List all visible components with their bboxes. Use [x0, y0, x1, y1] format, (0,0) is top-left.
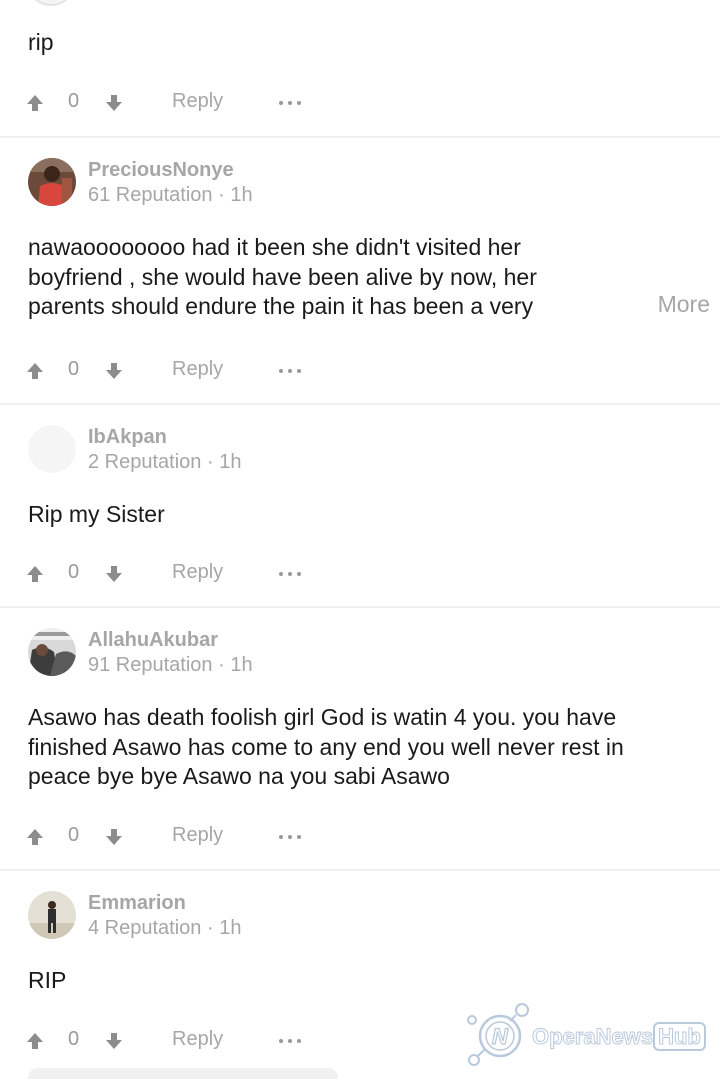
username[interactable]: IbAkpan [88, 426, 167, 449]
reputation-time: 91 Reputation · 1h [88, 654, 253, 676]
arrow-down-icon[interactable] [105, 362, 123, 380]
operanews-hub-watermark: N OperaNews Hub [464, 998, 710, 1070]
arrow-down-icon[interactable] [105, 565, 123, 583]
reputation-time: 2 Reputation · 1h [88, 451, 242, 473]
avatar[interactable] [28, 425, 76, 473]
svg-text:N: N [492, 1024, 509, 1049]
reply-button[interactable]: Reply [172, 824, 223, 847]
avatar[interactable] [28, 891, 76, 939]
ellipsis-icon[interactable] [278, 571, 302, 577]
arrow-up-icon[interactable] [26, 94, 44, 112]
comment-input-bar[interactable] [28, 1068, 338, 1079]
comment-text: rip [28, 29, 54, 55]
reputation-time: 4 Reputation · 1h [88, 917, 242, 939]
username[interactable]: PreciousNonye [88, 159, 234, 182]
arrow-up-icon[interactable] [26, 828, 44, 846]
username[interactable]: Emmarion [88, 892, 186, 915]
comment-item: AllahuAkubar 91 Reputation · 1h Asawo ha… [0, 608, 720, 871]
reply-button[interactable]: Reply [172, 358, 223, 381]
more-link[interactable]: More [658, 291, 710, 318]
avatar[interactable] [28, 158, 76, 206]
arrow-down-icon[interactable] [105, 828, 123, 846]
comment-actions: 0 Reply [0, 559, 720, 589]
comment-item: rip 0 Reply [0, 0, 720, 138]
comment-actions: 0 Reply [0, 822, 720, 852]
ellipsis-icon[interactable] [278, 1038, 302, 1044]
ellipsis-icon[interactable] [278, 368, 302, 374]
vote-count: 0 [68, 824, 80, 846]
vote-count: 0 [68, 1028, 80, 1050]
comment-item: IbAkpan 2 Reputation · 1h Rip my Sister … [0, 405, 720, 608]
arrow-down-icon[interactable] [105, 1032, 123, 1050]
comments-page: rip 0 Reply PreciousNonye 61 Reputation … [0, 0, 720, 1079]
vote-count: 0 [68, 358, 80, 380]
reply-button[interactable]: Reply [172, 1028, 223, 1051]
ellipsis-icon[interactable] [278, 100, 302, 106]
comment-text: RIP [28, 967, 67, 993]
comment-item: PreciousNonye 61 Reputation · 1h nawaooo… [0, 138, 720, 405]
arrow-up-icon[interactable] [26, 1032, 44, 1050]
avatar[interactable] [28, 628, 76, 676]
arrow-down-icon[interactable] [105, 94, 123, 112]
arrow-up-icon[interactable] [26, 565, 44, 583]
watermark-hub: Hub [653, 1022, 706, 1051]
comment-text: Asawo has death foolish girl God is wati… [28, 704, 624, 789]
comment-actions: 0 Reply [0, 88, 720, 118]
reply-button[interactable]: Reply [172, 561, 223, 584]
comment-actions: 0 Reply [0, 356, 720, 386]
watermark-text: OperaNews Hub [531, 1022, 706, 1051]
username[interactable]: AllahuAkubar [88, 629, 218, 652]
operanews-logo-icon: N [467, 1003, 529, 1066]
comment-text: Rip my Sister [28, 501, 165, 527]
reply-button[interactable]: Reply [172, 90, 223, 113]
arrow-up-icon[interactable] [26, 362, 44, 380]
comment-text: nawaoooooooo had it been she didn't visi… [28, 234, 537, 319]
watermark-brand: OperaNews [531, 1024, 654, 1050]
reputation-time: 61 Reputation · 1h [88, 184, 253, 206]
vote-count: 0 [68, 561, 80, 583]
vote-count: 0 [68, 90, 80, 112]
ellipsis-icon[interactable] [278, 834, 302, 840]
